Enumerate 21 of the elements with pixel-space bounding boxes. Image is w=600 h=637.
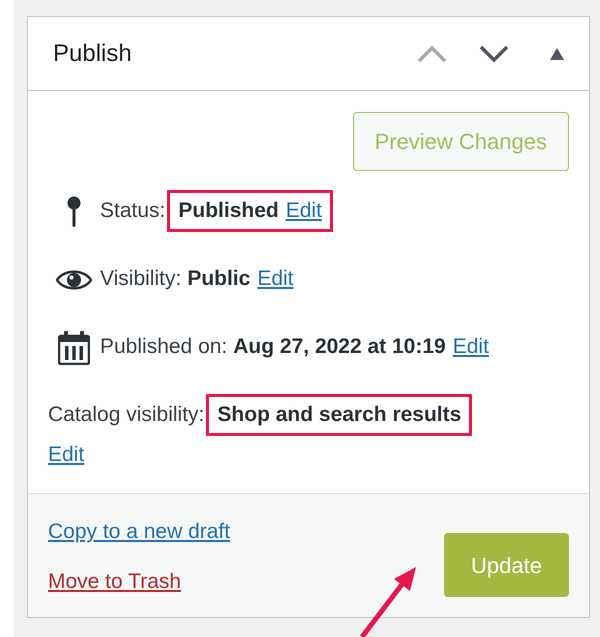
trash-link[interactable]: Move to Trash [48, 566, 230, 597]
row-label: Visibility: [100, 267, 182, 290]
edit-link[interactable]: Edit [48, 443, 84, 466]
row-label: Status: [100, 199, 166, 222]
row-value: Shop and search results [217, 403, 462, 426]
row-value: Published [178, 199, 279, 222]
row-value: Public [187, 267, 250, 290]
chevron-down-icon [479, 44, 509, 62]
panel-title: Publish [53, 38, 132, 68]
edit-link[interactable]: Edit [257, 267, 294, 290]
triangle-up-icon [549, 46, 565, 60]
row-label: Catalog visibility: [48, 403, 204, 426]
chevron-up-icon [417, 44, 447, 62]
edit-link[interactable]: Edit [452, 335, 489, 358]
row-value: Aug 27, 2022 at 10:19 [233, 335, 446, 358]
pin-icon [67, 196, 81, 228]
row-label: Published on: [100, 335, 228, 358]
eye-icon [56, 269, 92, 291]
edit-link[interactable]: Edit [286, 199, 322, 222]
calendar-icon [58, 331, 90, 365]
copy-draft-link[interactable]: Copy to a new draft [48, 516, 230, 548]
